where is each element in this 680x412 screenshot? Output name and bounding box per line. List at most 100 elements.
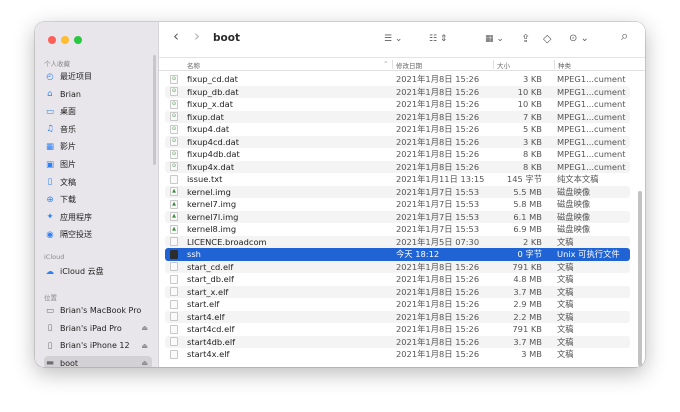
- film-icon: ▦: [45, 141, 55, 152]
- file-row[interactable]: ⊙ fixup_x.dat 2021年1月8日 15:26 10 KB MPEG1...…: [165, 98, 630, 111]
- file-size: 10 KB: [517, 99, 542, 110]
- zoom-window-button[interactable]: [74, 36, 82, 44]
- file-row[interactable]: start4cd.elf 2021年1月8日 15:26 791 KB 文稿: [165, 323, 630, 336]
- column-kind-header[interactable]: 种类: [558, 60, 571, 70]
- file-name: start_cd.elf: [187, 261, 234, 272]
- view-options-button[interactable]: ☰ ⌄: [384, 31, 402, 47]
- media-file-icon: ⊙: [170, 99, 178, 109]
- file-row[interactable]: start4.elf 2021年1月8日 15:26 2.2 MB 文稿: [165, 310, 630, 323]
- gallery-view-button[interactable]: ▦ ⌄: [485, 31, 504, 47]
- file-row[interactable]: ▲ kernel7.img 2021年1月7日 15:53 5.8 MB 磁盘映像: [165, 198, 630, 211]
- file-row[interactable]: start4x.elf 2021年1月8日 15:26 3 MB 文稿: [165, 348, 630, 361]
- file-row[interactable]: ssh 今天 18:12 0 字节 Unix 可执行文件: [165, 248, 630, 261]
- back-button[interactable]: ‹: [173, 28, 179, 44]
- close-window-button[interactable]: [48, 36, 56, 44]
- sidebar-item-brian-s-ipad-pro[interactable]: ▯ Brian's iPad Pro ⏏: [44, 321, 152, 336]
- eject-icon[interactable]: ⏏: [141, 324, 148, 332]
- file-name: fixup_cd.dat: [187, 74, 238, 85]
- file-name: fixup4x.dat: [187, 161, 235, 172]
- file-row[interactable]: start_x.elf 2021年1月8日 15:26 3.7 MB 文稿: [165, 285, 630, 298]
- file-kind: MPEG1...cument: [557, 136, 626, 147]
- file-name: fixup4cd.dat: [187, 136, 240, 147]
- column-name-header[interactable]: 名称: [187, 60, 200, 70]
- file-row[interactable]: ⊙ fixup4db.dat 2021年1月8日 15:26 8 KB MPEG1...…: [165, 148, 630, 161]
- column-divider[interactable]: [392, 60, 393, 69]
- sidebar-item-[interactable]: ◉ 隔空投送: [44, 227, 152, 242]
- sidebar-item-brian[interactable]: ⌂ Brian: [44, 87, 152, 102]
- sidebar-item-icloud[interactable]: ☁ iCloud 云盘: [44, 264, 152, 279]
- file-row[interactable]: LICENCE.broadcom 2021年1月5日 07:30 2 KB 文稿: [165, 235, 630, 248]
- search-icon[interactable]: ⌕: [621, 29, 628, 45]
- file-kind: 磁盘映像: [557, 224, 591, 235]
- sidebar-item-[interactable]: ▣ 图片: [44, 157, 152, 172]
- file-size: 3.7 MB: [513, 336, 542, 347]
- file-name: fixup4db.dat: [187, 149, 240, 160]
- file-name: fixup_db.dat: [187, 86, 239, 97]
- file-row[interactable]: start4db.elf 2021年1月8日 15:26 3.7 MB 文稿: [165, 335, 630, 348]
- sidebar-item-boot[interactable]: ▬ boot ⏏: [44, 355, 152, 367]
- minimize-window-button[interactable]: [61, 36, 69, 44]
- sidebar-item-[interactable]: ◴ 最近项目: [44, 69, 152, 84]
- file-size: 8 KB: [522, 149, 542, 160]
- file-row[interactable]: ⊙ fixup4x.dat 2021年1月8日 15:26 8 KB MPEG1...c…: [165, 160, 630, 173]
- sidebar-item-[interactable]: ✦ 应用程序: [44, 210, 152, 225]
- column-divider[interactable]: [493, 60, 494, 69]
- file-row[interactable]: start_db.elf 2021年1月8日 15:26 4.8 MB 文稿: [165, 273, 630, 286]
- media-file-icon: ⊙: [170, 87, 178, 97]
- sidebar-item-label: 最近项目: [60, 72, 92, 81]
- group-button[interactable]: ☷ ⇕: [429, 31, 447, 47]
- file-row[interactable]: start_cd.elf 2021年1月8日 15:26 791 KB 文稿: [165, 260, 630, 273]
- file-name: start4x.elf: [187, 349, 230, 360]
- more-actions-button[interactable]: ⊙ ⌄: [569, 31, 589, 47]
- file-kind: MPEG1...cument: [557, 161, 626, 172]
- file-name: fixup4.dat: [187, 124, 230, 135]
- file-row[interactable]: ▲ kernel8.img 2021年1月7日 15:53 6.9 MB 磁盘映像: [165, 223, 630, 236]
- file-size: 5.5 MB: [513, 186, 542, 197]
- eject-icon[interactable]: ⏏: [141, 359, 148, 367]
- sidebar-item-label: 影片: [60, 142, 76, 152]
- home-icon: ⌂: [47, 89, 53, 100]
- sidebar-item-[interactable]: ▭ 桌面: [44, 104, 152, 119]
- share-icon[interactable]: ⇪: [521, 31, 530, 47]
- column-date-header[interactable]: 修改日期: [396, 60, 422, 70]
- file-row[interactable]: issue.txt 2021年1月11日 13:15 145 字节 纯文本文稿: [165, 173, 630, 186]
- sidebar-item-[interactable]: ⊕ 下载: [44, 192, 152, 207]
- sidebar-item-[interactable]: ♫ 音乐: [44, 122, 152, 137]
- sidebar-item-brian-s-macbook-pro[interactable]: ▭ Brian's MacBook Pro: [44, 303, 152, 318]
- forward-button[interactable]: ›: [194, 28, 200, 44]
- file-size: 7 KB: [522, 111, 542, 122]
- file-kind: MPEG1...cument: [557, 86, 626, 97]
- file-name: LICENCE.broadcom: [187, 236, 267, 247]
- file-kind: MPEG1...cument: [557, 74, 626, 85]
- sidebar: 个人收藏 ◴ 最近项目 ⌂ Brian ▭ 桌面 ♫ 音乐 ▦ 影片 ▣ 图片 ▯ 文稿 ⊕ 下载 ✦ 应用程序 ◉ 隔…: [35, 22, 159, 367]
- ipad-icon: ▯: [47, 323, 53, 334]
- file-row[interactable]: ⊙ fixup_db.dat 2021年1月8日 15:26 10 KB MPEG1..…: [165, 85, 630, 98]
- sidebar-item-[interactable]: ▯ 文稿: [44, 175, 152, 190]
- laptop-icon: ▭: [45, 305, 55, 316]
- sidebar-scrollbar[interactable]: [153, 55, 156, 165]
- file-row[interactable]: ▲ kernel7l.img 2021年1月7日 15:53 6.1 MB 磁盘映像: [165, 210, 630, 223]
- document-file-icon: [170, 299, 178, 309]
- tag-icon[interactable]: ◇: [543, 31, 551, 47]
- column-size-header[interactable]: 大小: [497, 60, 510, 70]
- file-row[interactable]: ⊙ fixup4cd.dat 2021年1月8日 15:26 3 KB MPEG1...…: [165, 135, 630, 148]
- file-name: ssh: [187, 249, 201, 260]
- file-row[interactable]: ⊙ fixup4.dat 2021年1月8日 15:26 5 KB MPEG1...cu…: [165, 123, 630, 136]
- file-row[interactable]: ⊙ fixup.dat 2021年1月8日 15:26 7 KB MPEG1...cum…: [165, 110, 630, 123]
- file-row[interactable]: ▲ kernel.img 2021年1月7日 15:53 5.5 MB 磁盘映像: [165, 185, 630, 198]
- sidebar-item-brian-s-iphone-12[interactable]: ▯ Brian's iPhone 12 ⏏: [44, 338, 152, 353]
- cloud-icon: ☁: [45, 266, 55, 277]
- document-file-icon: [170, 312, 178, 322]
- file-name: start_db.elf: [187, 274, 234, 285]
- sidebar-item-[interactable]: ▦ 影片: [44, 139, 152, 154]
- file-list-scrollbar[interactable]: [638, 191, 642, 366]
- file-size: 5 KB: [522, 124, 542, 135]
- file-size: 0 字节: [517, 249, 542, 260]
- column-divider[interactable]: [554, 60, 555, 69]
- music-icon: ♫: [46, 124, 54, 135]
- file-name: fixup.dat: [187, 111, 224, 122]
- file-row[interactable]: start.elf 2021年1月8日 15:26 2.9 MB 文稿: [165, 298, 630, 311]
- eject-icon[interactable]: ⏏: [141, 342, 148, 350]
- file-row[interactable]: ⊙ fixup_cd.dat 2021年1月8日 15:26 3 KB MPEG1...…: [165, 73, 630, 86]
- file-list: ⊙ fixup_cd.dat 2021年1月8日 15:26 3 KB MPEG1...…: [159, 71, 645, 367]
